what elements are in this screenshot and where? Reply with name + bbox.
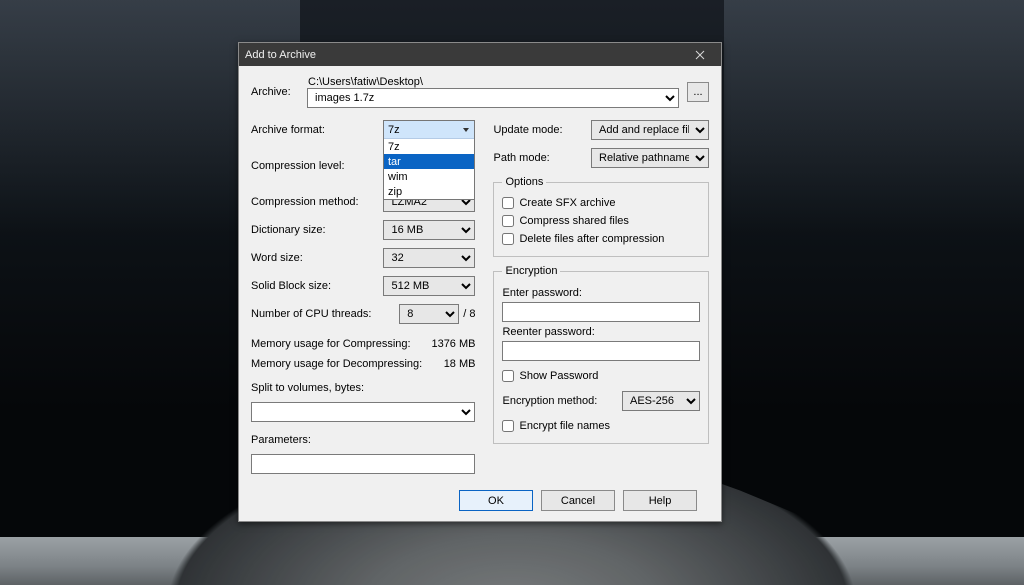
compression-level-label: Compression level: [251,160,345,172]
create-sfx-checkbox[interactable]: Create SFX archive [502,194,700,212]
encryption-method-select[interactable]: AES-256 [622,391,700,411]
reenter-password-label: Reenter password: [502,326,700,338]
archive-path-display: C:\Users\fatiw\Desktop\ [308,76,679,88]
word-size-row: Word size: 32 [251,248,475,268]
format-option-tar[interactable]: tar [384,154,474,169]
compress-shared-checkbox[interactable]: Compress shared files [502,212,700,230]
archive-label: Archive: [251,86,299,98]
split-volumes-combo[interactable] [251,402,475,422]
add-to-archive-dialog: Add to Archive Archive: C:\Users\fatiw\D… [238,42,722,522]
dictionary-size-select[interactable]: 16 MB [383,220,475,240]
encrypt-filenames-input[interactable] [502,420,514,432]
archive-format-dropdown-open[interactable]: 7z 7z tar wim zip [383,120,475,200]
cpu-threads-label: Number of CPU threads: [251,308,371,320]
archive-format-label: Archive format: [251,124,325,136]
encryption-legend: Encryption [502,265,560,277]
encryption-method-row: Encryption method: AES-256 [502,391,700,411]
compress-shared-input[interactable] [502,215,514,227]
options-legend: Options [502,176,546,188]
mem-compress-value: 1376 MB [431,338,475,350]
reenter-password-input[interactable] [502,341,700,361]
dialog-buttons: OK Cancel Help [251,480,709,511]
path-mode-select[interactable]: Relative pathnames [591,148,709,168]
cpu-threads-row: Number of CPU threads: 8 / 8 [251,304,475,324]
delete-after-checkbox[interactable]: Delete files after compression [502,230,700,248]
mem-decompress-label: Memory usage for Decompressing: [251,358,422,370]
help-button[interactable]: Help [623,490,697,511]
path-mode-label: Path mode: [493,152,549,164]
archive-format-selected[interactable]: 7z [384,121,474,139]
parameters-label: Parameters: [251,434,475,446]
ok-button[interactable]: OK [459,490,533,511]
update-mode-label: Update mode: [493,124,562,136]
update-mode-select[interactable]: Add and replace files [591,120,709,140]
create-sfx-input[interactable] [502,197,514,209]
solid-block-size-row: Solid Block size: 512 MB [251,276,475,296]
format-option-zip[interactable]: zip [384,184,474,199]
show-password-checkbox[interactable]: Show Password [502,367,700,385]
update-mode-row: Update mode: Add and replace files [493,120,709,140]
mem-decompress-value: 18 MB [444,358,476,370]
word-size-select[interactable]: 32 [383,248,475,268]
mem-decompress-row: Memory usage for Decompressing: 18 MB [251,358,475,370]
dictionary-size-row: Dictionary size: 16 MB [251,220,475,240]
compression-method-label: Compression method: [251,196,359,208]
mem-compress-label: Memory usage for Compressing: [251,338,411,350]
titlebar: Add to Archive [239,43,721,66]
cancel-button[interactable]: Cancel [541,490,615,511]
path-mode-row: Path mode: Relative pathnames [493,148,709,168]
show-password-input[interactable] [502,370,514,382]
archive-filename-combo[interactable]: images 1.7z [307,88,679,108]
format-option-wim[interactable]: wim [384,169,474,184]
split-volumes-label: Split to volumes, bytes: [251,382,475,394]
cpu-threads-total: / 8 [463,308,475,320]
solid-block-size-label: Solid Block size: [251,280,331,292]
encryption-group: Encryption Enter password: Reenter passw… [493,265,709,444]
close-button[interactable] [685,45,715,65]
enter-password-label: Enter password: [502,287,700,299]
window-title: Add to Archive [245,49,316,61]
delete-after-input[interactable] [502,233,514,245]
enter-password-input[interactable] [502,302,700,322]
encrypt-filenames-checkbox[interactable]: Encrypt file names [502,417,700,435]
dictionary-size-label: Dictionary size: [251,224,326,236]
word-size-label: Word size: [251,252,303,264]
encryption-method-label: Encryption method: [502,395,597,407]
mem-compress-row: Memory usage for Compressing: 1376 MB [251,338,475,350]
options-group: Options Create SFX archive Compress shar… [493,176,709,257]
format-option-7z[interactable]: 7z [384,139,474,154]
cpu-threads-select[interactable]: 8 [399,304,459,324]
solid-block-size-select[interactable]: 512 MB [383,276,475,296]
parameters-input[interactable] [251,454,475,474]
browse-button[interactable]: ... [687,82,709,102]
